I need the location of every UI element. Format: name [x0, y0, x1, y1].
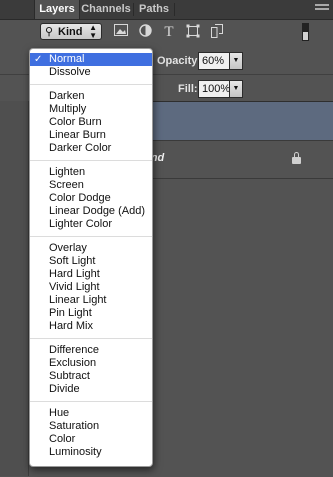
- blend-mode-item-overlay[interactable]: Overlay: [30, 242, 152, 255]
- fill-input[interactable]: 100%: [198, 80, 230, 98]
- blend-mode-item-screen[interactable]: Screen: [30, 179, 152, 192]
- menu-divider: [30, 84, 152, 85]
- blend-mode-label: Multiply: [49, 103, 87, 115]
- blend-mode-item-hard-mix[interactable]: Hard Mix: [30, 320, 152, 333]
- menu-divider: [30, 236, 152, 237]
- lock-icon: [292, 152, 301, 164]
- image-filter-icon[interactable]: [113, 24, 129, 40]
- blend-mode-item-multiply[interactable]: Multiply: [30, 103, 152, 116]
- blend-mode-item-lighten[interactable]: Lighten: [30, 166, 152, 179]
- blend-mode-label: Saturation: [49, 420, 100, 432]
- search-icon: ⚲: [45, 26, 54, 38]
- filter-toggle-switch[interactable]: [302, 23, 309, 41]
- opacity-dropdown-button[interactable]: ▼: [229, 52, 243, 70]
- filter-kind-label: Kind: [58, 26, 83, 38]
- blend-mode-item-darken[interactable]: Darken: [30, 90, 152, 103]
- blend-mode-label: Pin Light: [49, 307, 92, 319]
- opacity-label: Opacity:: [157, 55, 202, 67]
- blend-mode-item-linear-light[interactable]: Linear Light: [30, 294, 152, 307]
- blend-mode-item-soft-light[interactable]: Soft Light: [30, 255, 152, 268]
- fill-dropdown-button[interactable]: ▼: [229, 80, 243, 98]
- blend-mode-label: Hard Mix: [49, 320, 94, 332]
- blend-mode-item-linear-dodge-add[interactable]: Linear Dodge (Add): [30, 205, 152, 218]
- blend-mode-label: Overlay: [49, 242, 87, 254]
- tab-channels[interactable]: Channels: [81, 0, 131, 19]
- smart-object-filter-icon[interactable]: [209, 24, 225, 40]
- menu-divider: [30, 160, 152, 161]
- blend-mode-label: Lighter Color: [49, 218, 112, 230]
- filter-kind-select[interactable]: ⚲ Kind ▲ ▼: [40, 23, 102, 40]
- blend-mode-label: Hue: [49, 407, 70, 419]
- shape-filter-icon[interactable]: [185, 24, 201, 40]
- blend-mode-item-divide[interactable]: Divide: [30, 383, 152, 396]
- blend-mode-item-color[interactable]: Color: [30, 433, 152, 446]
- tab-layers[interactable]: Layers: [34, 0, 80, 19]
- type-filter-icon[interactable]: T: [161, 24, 177, 40]
- adjustment-filter-icon[interactable]: [137, 24, 153, 40]
- blend-mode-label: Darken: [49, 90, 85, 102]
- blend-mode-item-normal[interactable]: ✓ Normal: [30, 53, 152, 66]
- blend-mode-label: Screen: [49, 179, 84, 191]
- blend-mode-item-color-dodge[interactable]: Color Dodge: [30, 192, 152, 205]
- checkmark-icon: ✓: [34, 54, 43, 65]
- blend-mode-label: Linear Dodge (Add): [49, 205, 146, 217]
- blend-mode-item-pin-light[interactable]: Pin Light: [30, 307, 152, 320]
- layer-visibility-column: [0, 101, 29, 476]
- fill-label: Fill:: [178, 83, 198, 95]
- panel-menu-icon[interactable]: [315, 4, 329, 14]
- blend-mode-item-vivid-light[interactable]: Vivid Light: [30, 281, 152, 294]
- blend-mode-item-linear-burn[interactable]: Linear Burn: [30, 129, 152, 142]
- blend-mode-label: Linear Light: [49, 294, 107, 306]
- blend-mode-label: Luminosity: [49, 446, 102, 458]
- blend-mode-item-darker-color[interactable]: Darker Color: [30, 142, 152, 155]
- blend-mode-item-hard-light[interactable]: Hard Light: [30, 268, 152, 281]
- blend-mode-label: Darker Color: [49, 142, 112, 154]
- blend-mode-label: Difference: [49, 344, 99, 356]
- blend-mode-label: Exclusion: [49, 357, 97, 369]
- blend-mode-label: Vivid Light: [49, 281, 100, 293]
- chevron-updown-icon: ▲ ▼: [89, 23, 97, 40]
- blend-mode-item-lighter-color[interactable]: Lighter Color: [30, 218, 152, 231]
- blend-mode-item-difference[interactable]: Difference: [30, 344, 152, 357]
- tab-paths[interactable]: Paths: [136, 0, 172, 19]
- blend-mode-label: Color Dodge: [49, 192, 111, 204]
- blend-mode-item-color-burn[interactable]: Color Burn: [30, 116, 152, 129]
- layer-filter-row: ⚲ Kind ▲ ▼ T: [0, 20, 333, 44]
- blend-mode-item-dissolve[interactable]: Dissolve: [30, 66, 152, 79]
- blend-mode-label: Divide: [49, 383, 80, 395]
- blend-mode-item-hue[interactable]: Hue: [30, 407, 152, 420]
- blend-mode-label: Soft Light: [49, 255, 96, 267]
- blend-mode-item-exclusion[interactable]: Exclusion: [30, 357, 152, 370]
- blend-mode-menu: ✓ Normal Dissolve Darken Multiply Color Burn L…: [29, 48, 153, 467]
- menu-divider: [30, 401, 152, 402]
- blend-mode-label: Hard Light: [49, 268, 100, 280]
- blend-mode-label: Normal: [49, 53, 85, 65]
- blend-mode-label: Linear Burn: [49, 129, 106, 141]
- tab-divider: [133, 3, 134, 16]
- panel-tab-bar: Layers Channels Paths: [0, 0, 333, 20]
- blend-mode-item-subtract[interactable]: Subtract: [30, 370, 152, 383]
- opacity-input[interactable]: 60%: [198, 52, 230, 70]
- blend-mode-item-luminosity[interactable]: Luminosity: [30, 446, 152, 459]
- blend-mode-item-saturation[interactable]: Saturation: [30, 420, 152, 433]
- blend-mode-label: Subtract: [49, 370, 90, 382]
- menu-divider: [30, 338, 152, 339]
- blend-mode-label: Color: [49, 433, 76, 445]
- blend-mode-label: Lighten: [49, 166, 86, 178]
- blend-mode-label: Dissolve: [49, 66, 91, 78]
- blend-mode-label: Color Burn: [49, 116, 102, 128]
- tab-divider: [174, 3, 175, 16]
